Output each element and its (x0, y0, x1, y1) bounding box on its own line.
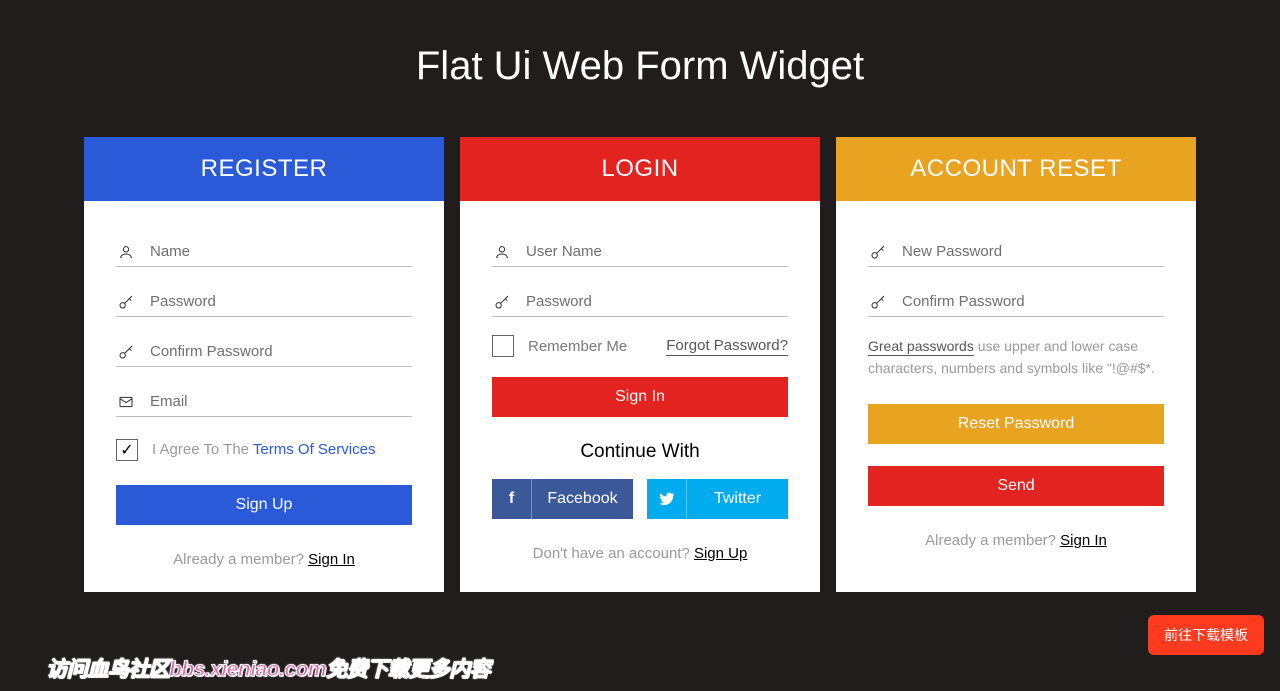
continue-with-label: Continue With (492, 441, 788, 463)
register-card: REGISTER (84, 137, 444, 592)
login-card: LOGIN Remember Me Forgot Password? (460, 137, 820, 592)
sign-up-button[interactable]: Sign Up (116, 485, 412, 525)
key-icon (868, 244, 888, 260)
mail-icon (116, 394, 136, 410)
key-icon (868, 294, 888, 310)
sign-in-link[interactable]: Sign In (308, 551, 355, 568)
confirm-new-password-field-row (868, 281, 1164, 317)
register-foot-prefix: Already a member? (173, 551, 308, 568)
reset-sign-in-link[interactable]: Sign In (1060, 532, 1107, 549)
password-input[interactable] (150, 293, 412, 310)
hint-lead: Great passwords (868, 338, 974, 356)
confirm-password-input[interactable] (150, 343, 412, 360)
user-icon (116, 244, 136, 260)
email-input[interactable] (150, 393, 412, 410)
twitter-button[interactable]: Twitter (647, 479, 788, 519)
login-options-row: Remember Me Forgot Password? (492, 335, 788, 357)
reset-header: ACCOUNT RESET (836, 137, 1196, 201)
cards-row: REGISTER (0, 89, 1280, 592)
confirm-new-password-input[interactable] (902, 293, 1164, 310)
password-hint: Great passwords use upper and lower case… (868, 335, 1164, 380)
agree-prefix: I Agree To The (152, 441, 253, 458)
forgot-password-link[interactable]: Forgot Password? (666, 337, 788, 356)
name-field-row (116, 231, 412, 267)
login-foot-prefix: Don't have an account? (533, 545, 694, 562)
register-foot: Already a member? Sign In (116, 551, 412, 568)
facebook-label: Facebook (532, 490, 633, 508)
reset-body: Great passwords use upper and lower case… (836, 201, 1196, 573)
key-icon (492, 294, 512, 310)
reset-foot: Already a member? Sign In (868, 532, 1164, 549)
agree-row: I Agree To The Terms Of Services (116, 439, 412, 461)
new-password-input[interactable] (902, 243, 1164, 260)
name-input[interactable] (150, 243, 412, 260)
download-template-button[interactable]: 前往下载模板 (1148, 615, 1264, 655)
user-icon (492, 244, 512, 260)
password-field-row (116, 281, 412, 317)
facebook-icon: f (492, 479, 532, 519)
facebook-button[interactable]: f Facebook (492, 479, 633, 519)
remember-checkbox[interactable] (492, 335, 514, 357)
register-header: REGISTER (84, 137, 444, 201)
terms-link[interactable]: Terms Of Services (253, 441, 376, 458)
login-foot: Don't have an account? Sign Up (492, 545, 788, 562)
agree-text: I Agree To The Terms Of Services (152, 441, 375, 459)
login-header: LOGIN (460, 137, 820, 201)
key-icon (116, 344, 136, 360)
confirm-password-field-row (116, 331, 412, 367)
key-icon (116, 294, 136, 310)
register-body: I Agree To The Terms Of Services Sign Up… (84, 201, 444, 592)
agree-checkbox[interactable] (116, 439, 138, 461)
username-input[interactable] (526, 243, 788, 260)
sign-up-link[interactable]: Sign Up (694, 545, 747, 562)
reset-password-button[interactable]: Reset Password (868, 404, 1164, 444)
twitter-label: Twitter (687, 490, 788, 508)
social-row: f Facebook Twitter (492, 479, 788, 519)
new-password-field-row (868, 231, 1164, 267)
remember-label: Remember Me (528, 338, 627, 355)
reset-foot-prefix: Already a member? (925, 532, 1060, 549)
username-field-row (492, 231, 788, 267)
send-button[interactable]: Send (868, 466, 1164, 506)
page-title: Flat Ui Web Form Widget (0, 0, 1280, 89)
email-field-row (116, 381, 412, 417)
login-password-input[interactable] (526, 293, 788, 310)
reset-card: ACCOUNT RESET Great passwords use upper … (836, 137, 1196, 592)
login-body: Remember Me Forgot Password? Sign In Con… (460, 201, 820, 586)
sign-in-button[interactable]: Sign In (492, 377, 788, 417)
twitter-icon (647, 479, 687, 519)
login-password-field-row (492, 281, 788, 317)
remember-me: Remember Me (492, 335, 627, 357)
watermark-text: 访问血鸟社区bbs.xieniao.com免费下载更多内容 (46, 653, 490, 683)
